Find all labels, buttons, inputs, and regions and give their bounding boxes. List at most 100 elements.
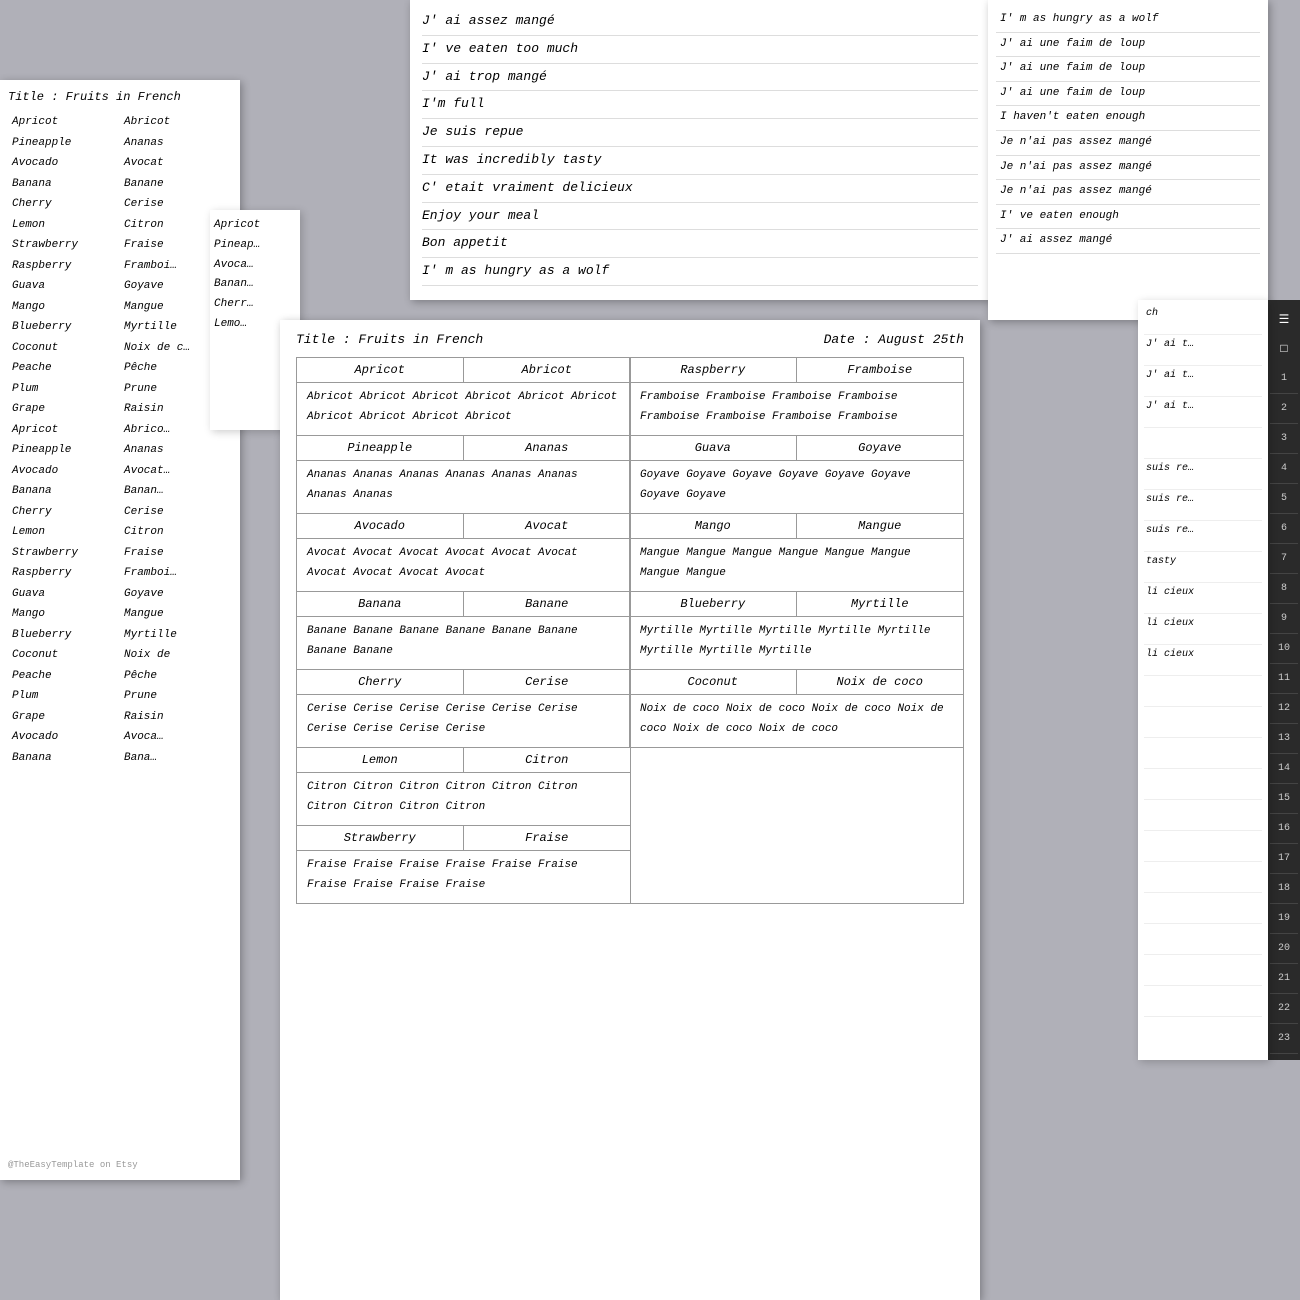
sidebar-text-line: ch: [1144, 304, 1262, 335]
toolbar-number[interactable]: 19: [1270, 904, 1298, 934]
toolbar-number[interactable]: 9: [1270, 604, 1298, 634]
left-page-table: ApricotAbricotPineappleAnanasAvocadoAvoc…: [8, 112, 232, 768]
fruit-section-french: Abricot: [464, 358, 631, 382]
fruit-english: Blueberry: [8, 625, 120, 646]
table-row: PineappleAnanas: [8, 133, 232, 154]
menu-icon[interactable]: ☰: [1270, 305, 1298, 333]
sidebar-toolbar[interactable]: ☰ □ 123456789101112131415161718192021222…: [1268, 300, 1300, 1060]
right-top-line-item: J' ai une faim de loup: [996, 82, 1260, 107]
fruit-section-english: Avocado: [297, 514, 464, 538]
toolbar-number[interactable]: 3: [1270, 424, 1298, 454]
fruit-section-french: Fraise: [464, 826, 631, 850]
table-row: GrapeRaisin: [8, 399, 232, 420]
toolbar-number[interactable]: 22: [1270, 994, 1298, 1024]
toolbar-number[interactable]: 16: [1270, 814, 1298, 844]
toolbar-number[interactable]: 6: [1270, 514, 1298, 544]
toolbar-number[interactable]: 14: [1270, 754, 1298, 784]
fruit-section-english: Strawberry: [297, 826, 464, 850]
toolbar-number[interactable]: 2: [1270, 394, 1298, 424]
right-top-line-item: Je n'ai pas assez mangé: [996, 131, 1260, 156]
table-row: CoconutNoix de c…: [8, 338, 232, 359]
toolbar-number[interactable]: 5: [1270, 484, 1298, 514]
fruit-french: Cerise: [120, 502, 232, 523]
top-middle-page: J' ai assez mangéI' ve eaten too muchJ' …: [410, 0, 990, 300]
table-row: ApricotAbricot: [8, 112, 232, 133]
fruit-section: PineappleAnanasAnanas Ananas Ananas Anan…: [296, 435, 631, 514]
fruit-section: StrawberryFraiseFraise Fraise Fraise Fra…: [296, 825, 631, 904]
fruit-english: Grape: [8, 707, 120, 728]
toolbar-number[interactable]: 4: [1270, 454, 1298, 484]
sidebar-text-line: suis re…: [1144, 490, 1262, 521]
col3-item: Cherr…: [214, 295, 296, 315]
toolbar-number[interactable]: 15: [1270, 784, 1298, 814]
main-date: Date : August 25th: [824, 332, 964, 347]
table-row: AvocadoAvoca…: [8, 727, 232, 748]
table-row: GuavaGoyave: [8, 276, 232, 297]
fruit-section-french: Avocat: [464, 514, 631, 538]
top-line-item: J' ai trop mangé: [422, 64, 978, 92]
fruit-french: Ananas: [120, 440, 232, 461]
toolbar-number[interactable]: 18: [1270, 874, 1298, 904]
fruit-french: Abricot: [120, 112, 232, 133]
fruit-section-words: Cerise Cerise Cerise Cerise Cerise Ceris…: [297, 695, 630, 747]
main-page-header: Title : Fruits in French Date : August 2…: [296, 332, 964, 347]
toolbar-number[interactable]: 10: [1270, 634, 1298, 664]
fruit-section: GuavaGoyaveGoyave Goyave Goyave Goyave G…: [629, 435, 964, 514]
table-row: AvocadoAvocat: [8, 153, 232, 174]
sidebar-text-line: [1144, 769, 1262, 800]
toolbar-number[interactable]: 23: [1270, 1024, 1298, 1054]
fruit-section-words: Framboise Framboise Framboise Framboise …: [630, 383, 963, 435]
sidebar-text-line: li cieux: [1144, 614, 1262, 645]
fruit-section-words: Abricot Abricot Abricot Abricot Abricot …: [297, 383, 630, 435]
table-row: CoconutNoix de: [8, 645, 232, 666]
fruit-section-words: Goyave Goyave Goyave Goyave Goyave Goyav…: [630, 461, 963, 513]
fruit-english: Raspberry: [8, 256, 120, 277]
sidebar-text-line: [1144, 893, 1262, 924]
table-row: CherryCerise: [8, 194, 232, 215]
document-icon[interactable]: □: [1270, 335, 1298, 363]
fruit-section: MangoMangueMangue Mangue Mangue Mangue M…: [629, 513, 964, 592]
fruit-english: Peache: [8, 358, 120, 379]
fruit-section-english: Pineapple: [297, 436, 464, 460]
fruit-section: BlueberryMyrtilleMyrtille Myrtille Myrti…: [629, 591, 964, 670]
table-row: AvocadoAvocat…: [8, 461, 232, 482]
toolbar-number[interactable]: 13: [1270, 724, 1298, 754]
toolbar-number[interactable]: 1: [1270, 364, 1298, 394]
fruit-section-header: StrawberryFraise: [297, 826, 630, 851]
right-top-line-item: Je n'ai pas assez mangé: [996, 180, 1260, 205]
toolbar-number[interactable]: 20: [1270, 934, 1298, 964]
fruit-section-words: Fraise Fraise Fraise Fraise Fraise Frais…: [297, 851, 630, 903]
toolbar-number[interactable]: 21: [1270, 964, 1298, 994]
sidebar-text-line: J' ai t…: [1144, 335, 1262, 366]
fruit-english: Strawberry: [8, 235, 120, 256]
table-row: BlueberryMyrtille: [8, 625, 232, 646]
sidebar-text-line: [1144, 428, 1262, 459]
fruit-section: LemonCitronCitron Citron Citron Citron C…: [296, 747, 631, 826]
table-row: PlumPrune: [8, 686, 232, 707]
right-top-line-item: J' ai assez mangé: [996, 229, 1260, 254]
toolbar-number[interactable]: 12: [1270, 694, 1298, 724]
fruit-section-english: Apricot: [297, 358, 464, 382]
fruit-section: AvocadoAvocatAvocat Avocat Avocat Avocat…: [296, 513, 631, 592]
toolbar-number[interactable]: 7: [1270, 544, 1298, 574]
sidebar-text-line: [1144, 862, 1262, 893]
fruit-english: Banana: [8, 748, 120, 769]
table-row: RaspberryFramboi…: [8, 256, 232, 277]
col3-item: Avoca…: [214, 256, 296, 276]
toolbar-number[interactable]: 11: [1270, 664, 1298, 694]
sidebar-text-line: suis re…: [1144, 459, 1262, 490]
top-lines-container: J' ai assez mangéI' ve eaten too muchJ' …: [422, 8, 978, 286]
table-row: ApricotAbrico…: [8, 420, 232, 441]
main-page: Title : Fruits in French Date : August 2…: [280, 320, 980, 1300]
fruit-section-header: BananaBanane: [297, 592, 630, 617]
right-top-line-item: I haven't eaten enough: [996, 106, 1260, 131]
table-row: PeachePêche: [8, 358, 232, 379]
fruit-section-header: PineappleAnanas: [297, 436, 630, 461]
toolbar-number[interactable]: 17: [1270, 844, 1298, 874]
toolbar-number[interactable]: 8: [1270, 574, 1298, 604]
right-sections: RaspberryFramboiseFramboise Framboise Fr…: [630, 358, 963, 903]
fruit-section: BananaBananeBanane Banane Banane Banane …: [296, 591, 631, 670]
sidebar-text-line: J' ai t…: [1144, 366, 1262, 397]
table-row: LemonCitron: [8, 522, 232, 543]
fruit-english: Mango: [8, 604, 120, 625]
